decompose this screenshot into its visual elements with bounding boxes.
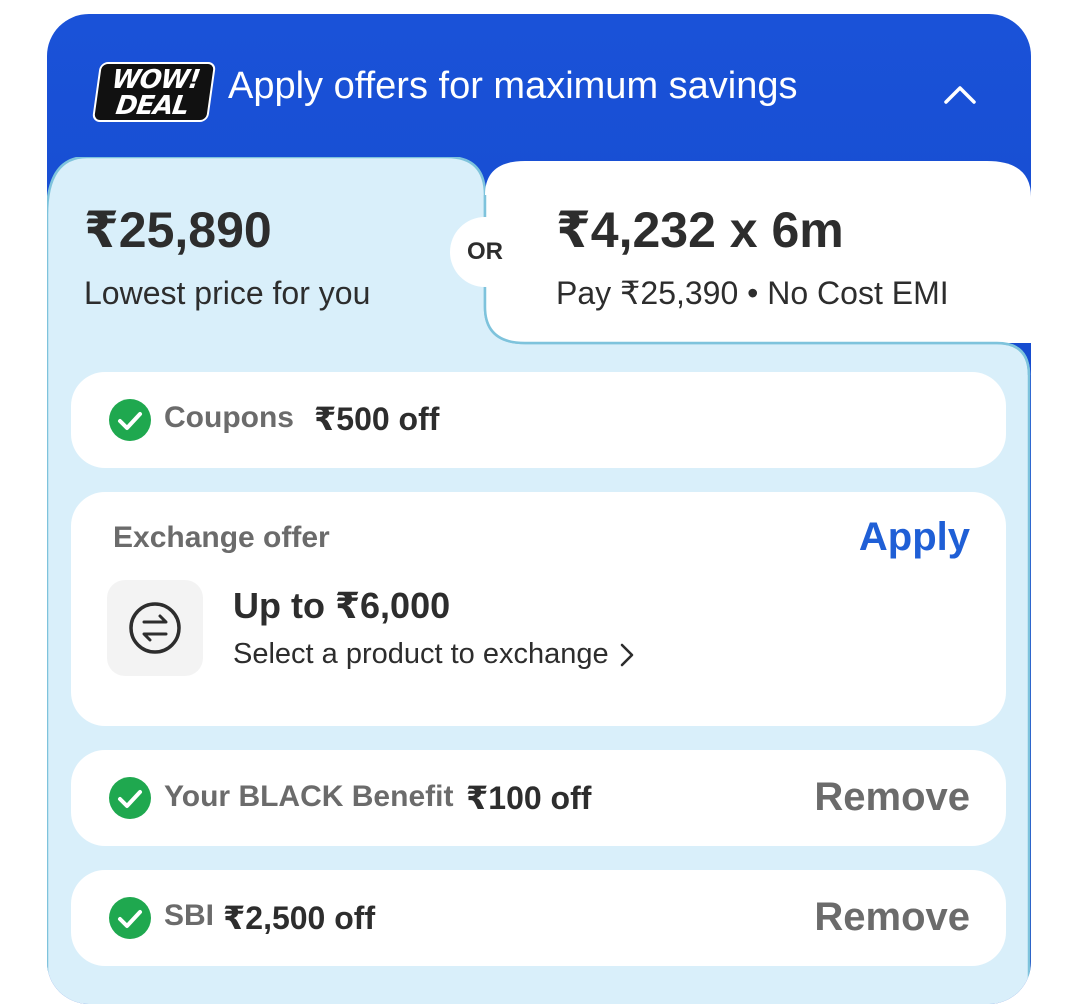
apply-button[interactable]: Apply	[859, 514, 970, 560]
header-title: Apply offers for maximum savings	[228, 65, 798, 107]
chevron-right-icon	[620, 644, 633, 667]
chevron-up-icon[interactable]	[940, 78, 980, 108]
remove-sbi-button[interactable]: Remove	[814, 894, 970, 940]
black-benefit-label: Your BLACK Benefit	[164, 780, 454, 813]
exchange-offer-label: Exchange offer	[113, 521, 330, 554]
emi-price[interactable]: ₹4,232 x 6m	[556, 202, 844, 258]
exchange-icon-box	[107, 580, 203, 676]
sbi-value: ₹2,500 off	[223, 900, 376, 936]
exchange-offer-card: Exchange offer Apply Up to ₹6,000 Select…	[71, 492, 1006, 726]
black-benefit-row: Your BLACK Benefit ₹100 off Remove	[71, 750, 1006, 846]
black-benefit-value: ₹100 off	[466, 780, 592, 816]
lowest-price-label: Lowest price for you	[84, 275, 371, 311]
sbi-row: SBI ₹2,500 off Remove	[71, 870, 1006, 966]
exchange-arrows-icon	[129, 602, 181, 654]
offers-header[interactable]: WOW! DEAL Apply offers for maximum savin…	[47, 14, 1031, 164]
or-badge: OR	[450, 217, 520, 287]
check-circle-icon	[109, 897, 151, 939]
coupons-row[interactable]: Coupons ₹500 off	[71, 372, 1006, 468]
remove-black-benefit-button[interactable]: Remove	[814, 774, 970, 820]
lowest-price: ₹25,890	[84, 202, 272, 258]
emi-label[interactable]: Pay ₹25,390 • No Cost EMI	[556, 274, 949, 312]
wow-deal-logo: WOW! DEAL	[91, 62, 217, 122]
check-circle-icon	[109, 777, 151, 819]
sbi-label: SBI	[164, 899, 215, 932]
offers-card: WOW! DEAL Apply offers for maximum savin…	[47, 14, 1031, 1004]
coupons-label: Coupons	[164, 401, 294, 434]
check-circle-icon	[109, 399, 151, 441]
exchange-offer-title: Up to ₹6,000	[233, 585, 451, 626]
select-product-link[interactable]: Select a product to exchange	[233, 637, 635, 671]
select-product-label: Select a product to exchange	[233, 638, 609, 670]
coupons-value: ₹500 off	[314, 401, 440, 437]
